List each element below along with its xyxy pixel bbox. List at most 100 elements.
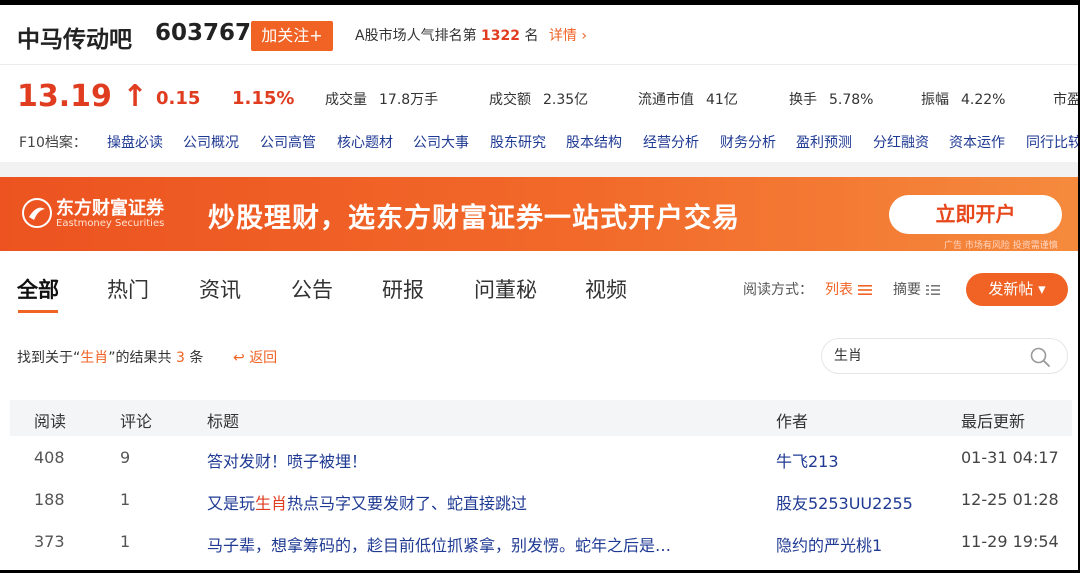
tab-all[interactable]: 全部 <box>17 274 59 304</box>
search-box[interactable] <box>821 338 1068 374</box>
stock-header: 中马传动吧 603767 加关注+ A股市场人气排名第 1322 名 详情 › <box>0 5 1080 65</box>
rank-value: 1322 <box>481 28 520 44</box>
chevron-right-icon: › <box>581 28 587 44</box>
column-comments: 评论 <box>120 412 153 431</box>
bar-title[interactable]: 中马传动吧 <box>17 20 132 54</box>
author-link[interactable]: 牛飞213 <box>776 448 839 472</box>
f10-item[interactable]: 股本结构 <box>566 132 622 152</box>
rank-prefix: A股市场人气排名第 <box>355 28 477 44</box>
post-table-header: 阅读 评论 标题 作者 最后更新 <box>10 400 1072 436</box>
f10-item[interactable]: 操盘必读 <box>107 132 163 152</box>
tab-announcements[interactable]: 公告 <box>291 274 333 304</box>
column-author: 作者 <box>776 412 809 431</box>
comment-count: 9 <box>120 448 131 467</box>
stat-label: 振幅 <box>921 92 949 108</box>
title-text: 热点马字又要发财了、蛇直接跳过 <box>287 494 528 513</box>
stat-turnover: 换手 5.78% <box>789 89 873 109</box>
open-account-button[interactable]: 立即开户 <box>889 195 1062 234</box>
stat-label: 成交量 <box>325 92 367 108</box>
post-title-link[interactable]: 马子辈，想拿筹码的，趁目前低位抓紧拿，别发愣。蛇年之后是… <box>207 532 671 556</box>
f10-item[interactable]: 分红融资 <box>873 132 929 152</box>
f10-item[interactable]: 公司高管 <box>260 132 316 152</box>
title-text: 马子辈，想拿筹码的，趁目前低位抓紧拿，别发愣。蛇年之后是… <box>207 536 672 555</box>
post-title-link[interactable]: 又是玩生肖热点马字又要发财了、蛇直接跳过 <box>207 490 527 514</box>
f10-item[interactable]: 资本运作 <box>949 132 1005 152</box>
back-link[interactable]: ↩ 返回 <box>233 347 277 367</box>
search-input[interactable] <box>834 347 1024 363</box>
search-icon[interactable] <box>1029 346 1051 368</box>
stat-value: 41亿 <box>706 92 738 108</box>
f10-item[interactable]: 公司概况 <box>183 132 239 152</box>
f10-nav: F10档案： 操盘必读 公司概况 公司高管 核心题材 公司大事 股东研究 股本结… <box>0 130 1080 154</box>
read-mode-abstract-option[interactable]: 摘要 <box>893 279 940 299</box>
ad-banner[interactable]: 东方财富证券 Eastmoney Securities 炒股理财，选东方财富证券… <box>0 177 1080 251</box>
read-count: 408 <box>34 448 65 467</box>
rank-detail-label: 详情 <box>548 28 577 44</box>
post-title-link[interactable]: 答对发财！喷子被埋！ <box>207 448 367 472</box>
f10-item[interactable]: 同行比较 <box>1026 132 1080 152</box>
comment-count: 1 <box>120 532 131 551</box>
read-mode-list-option[interactable]: 列表 <box>825 279 872 299</box>
rank-detail-link[interactable]: 详情 › <box>549 28 587 44</box>
tab-news[interactable]: 资讯 <box>199 274 241 304</box>
column-title: 标题 <box>207 412 240 431</box>
stock-code: 603767 <box>155 20 252 46</box>
stat-pe: 市盈 <box>1053 89 1080 109</box>
read-count: 373 <box>34 532 65 551</box>
read-count: 188 <box>34 490 65 509</box>
stat-float-cap: 流通市值 41亿 <box>638 89 738 109</box>
f10-item[interactable]: 财务分析 <box>720 132 776 152</box>
tab-video[interactable]: 视频 <box>585 274 627 304</box>
eastmoney-logo-icon <box>22 198 52 228</box>
title-text: 又是玩 <box>207 494 256 513</box>
stat-value: 4.22% <box>961 92 1006 108</box>
f10-item[interactable]: 经营分析 <box>643 132 699 152</box>
tab-hot[interactable]: 热门 <box>107 274 149 304</box>
stat-amplitude: 振幅 4.22% <box>921 89 1005 109</box>
price-value: 13.19 <box>17 79 112 114</box>
rank-suffix: 名 <box>524 28 539 44</box>
price-change-pct: 1.15% <box>232 88 295 109</box>
column-read: 阅读 <box>34 412 67 431</box>
result-suffix: 条 <box>189 350 204 366</box>
f10-item[interactable]: 核心题材 <box>337 132 393 152</box>
follow-button[interactable]: 加关注+ <box>251 21 333 51</box>
stat-amount: 成交额 2.35亿 <box>489 89 588 109</box>
stat-value: 17.8万手 <box>379 92 439 108</box>
author-link[interactable]: 股友5253UU2255 <box>776 490 913 514</box>
active-tab-indicator <box>18 310 58 313</box>
back-label: 返回 <box>249 350 278 366</box>
section-divider <box>0 162 1080 177</box>
read-mode-label: 阅读方式： <box>743 282 813 298</box>
price-change: 0.15 <box>156 88 201 109</box>
read-mode-list-label: 列表 <box>825 282 853 298</box>
quote-row: 13.19 ↑ 0.15 1.15% 成交量 17.8万手 成交额 2.35亿 流通… <box>0 70 1080 122</box>
column-updated: 最后更新 <box>961 412 1026 431</box>
tab-research[interactable]: 研报 <box>382 274 424 304</box>
top-edge <box>0 0 1080 5</box>
title-text: 答对发财！喷子被埋！ <box>207 452 368 471</box>
f10-item[interactable]: 公司大事 <box>413 132 469 152</box>
result-keyword: 生肖 <box>80 350 109 366</box>
f10-item[interactable]: 股东研究 <box>490 132 546 152</box>
search-result-summary: 找到关于“生肖”的结果共 3 条 <box>17 347 203 367</box>
list-icon <box>858 285 872 295</box>
author-link[interactable]: 隐约的严光桃1 <box>776 532 882 556</box>
stat-label: 成交额 <box>489 92 531 108</box>
tab-ask-secretary[interactable]: 问董秘 <box>474 274 537 304</box>
popularity-rank: A股市场人气排名第 1322 名 详情 › <box>355 25 587 45</box>
table-row: 373 1 马子辈，想拿筹码的，趁目前低位抓紧拿，别发愣。蛇年之后是… 隐约的严… <box>10 521 1072 563</box>
current-price: 13.19 ↑ <box>17 79 148 114</box>
banner-brand-en: Eastmoney Securities <box>56 218 165 229</box>
stat-label: 市盈 <box>1053 92 1080 108</box>
new-post-button[interactable]: 发新帖 ▾ <box>966 273 1068 306</box>
read-mode-abstract-label: 摘要 <box>893 282 921 298</box>
stat-volume: 成交量 17.8万手 <box>325 89 438 109</box>
caret-down-icon: ▾ <box>1038 280 1046 298</box>
new-post-label: 发新帖 <box>988 280 1034 298</box>
title-highlight: 生肖 <box>255 494 288 513</box>
stat-label: 流通市值 <box>638 92 694 108</box>
last-updated: 01-31 04:17 <box>961 448 1059 467</box>
f10-item[interactable]: 盈利预测 <box>796 132 852 152</box>
table-row: 408 9 答对发财！喷子被埋！ 牛飞213 01-31 04:17 <box>10 437 1072 479</box>
